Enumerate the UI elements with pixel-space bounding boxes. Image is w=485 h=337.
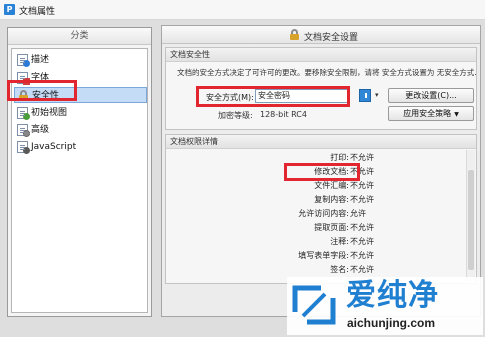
chevron-down-icon[interactable]: ▾ <box>375 91 382 99</box>
permission-value: 不允许 <box>350 251 374 260</box>
permission-value: 不允许 <box>350 223 374 232</box>
scrollbar-thumb[interactable] <box>468 170 474 270</box>
watermark: 爱纯净 aichunjing.com <box>287 277 483 335</box>
permission-value: 允许 <box>350 209 366 218</box>
info-icon[interactable] <box>359 89 371 102</box>
category-item-description[interactable]: 描述 <box>14 52 147 68</box>
permission-row: 允许访问内容: 允许 <box>166 208 480 220</box>
permission-name: 签名: <box>330 265 349 274</box>
watermark-brand: 爱纯净 <box>346 278 439 313</box>
category-label: JavaScript <box>31 142 77 152</box>
permissions-group-title: 文档权限详情 <box>166 135 476 149</box>
encryption-level-label: 加密等级: <box>218 111 253 120</box>
permission-name: 允许访问内容: <box>298 209 349 218</box>
permission-value: 不允许 <box>350 265 374 274</box>
settings-panel: 文档安全设置 文档安全性 文档的安全方式决定了可许可的更改。要移除安全限制，请将… <box>161 25 481 317</box>
permission-name: 填写表单字段: <box>298 251 349 260</box>
permission-value: 不允许 <box>350 195 374 204</box>
permission-row: 文件汇编: 不允许 <box>166 180 480 192</box>
permission-row: 填写表单字段: 不允许 <box>166 250 480 262</box>
category-label: 初始视图 <box>31 108 68 118</box>
category-panel: 分类 描述 字体 安全性 初始视图 高级 JavaScript <box>7 27 152 317</box>
category-item-javascript[interactable]: JavaScript <box>14 139 147 155</box>
apply-security-policy-button[interactable]: 应用安全策略 ▼ <box>388 106 474 121</box>
watermark-logo-icon <box>292 285 336 325</box>
document-gear-icon <box>17 124 30 137</box>
permission-row: 注释: 不允许 <box>166 236 480 248</box>
category-item-advanced[interactable]: 高级 <box>14 122 147 138</box>
settings-panel-title: 文档安全设置 <box>304 33 359 43</box>
security-description: 文档的安全方式决定了可许可的更改。要移除安全限制，请将 安全方式设置为 无安全方… <box>177 68 477 77</box>
chevron-down-icon: ▼ <box>454 111 459 118</box>
permission-name: 复制内容: <box>314 195 349 204</box>
app-icon: P <box>4 4 15 15</box>
category-label: 描述 <box>31 55 50 65</box>
permission-row: 提取页面: 不允许 <box>166 222 480 234</box>
highlight-box-modify-document <box>284 163 360 181</box>
permission-row: 复制内容: 不允许 <box>166 194 480 206</box>
settings-panel-header: 文档安全设置 <box>162 26 480 44</box>
window-titlebar: P 文档属性 <box>0 0 485 20</box>
lock-icon <box>289 29 299 41</box>
watermark-url: aichunjing.com <box>347 316 436 330</box>
apply-security-policy-label: 应用安全策略 <box>403 109 452 118</box>
permissions-scrollbar[interactable] <box>466 150 475 281</box>
permission-value: 不允许 <box>350 237 374 246</box>
security-group-title: 文档安全性 <box>166 48 476 62</box>
window-title: 文档属性 <box>19 7 56 17</box>
highlight-box-security-method <box>196 86 350 107</box>
category-panel-header: 分类 <box>8 28 151 45</box>
document-info-icon <box>17 54 30 67</box>
permissions-group: 文档权限详情 打印: 不允许 修改文档: 不允许 文件汇编: 不允许 复制内容:… <box>165 134 477 284</box>
permission-name: 提取页面: <box>314 223 349 232</box>
document-view-icon <box>17 107 30 120</box>
highlight-box-security-category <box>7 80 77 101</box>
category-item-initial-view[interactable]: 初始视图 <box>14 105 147 121</box>
encryption-level-value: 128-bit RC4 <box>260 110 307 119</box>
permission-name: 注释: <box>330 237 349 246</box>
document-script-icon <box>17 141 30 154</box>
category-label: 高级 <box>31 125 50 135</box>
permission-name: 文件汇编: <box>314 181 349 190</box>
permission-value: 不允许 <box>350 181 374 190</box>
permission-row: 签名: 不允许 <box>166 264 480 276</box>
change-settings-button[interactable]: 更改设置(C)... <box>388 88 474 103</box>
